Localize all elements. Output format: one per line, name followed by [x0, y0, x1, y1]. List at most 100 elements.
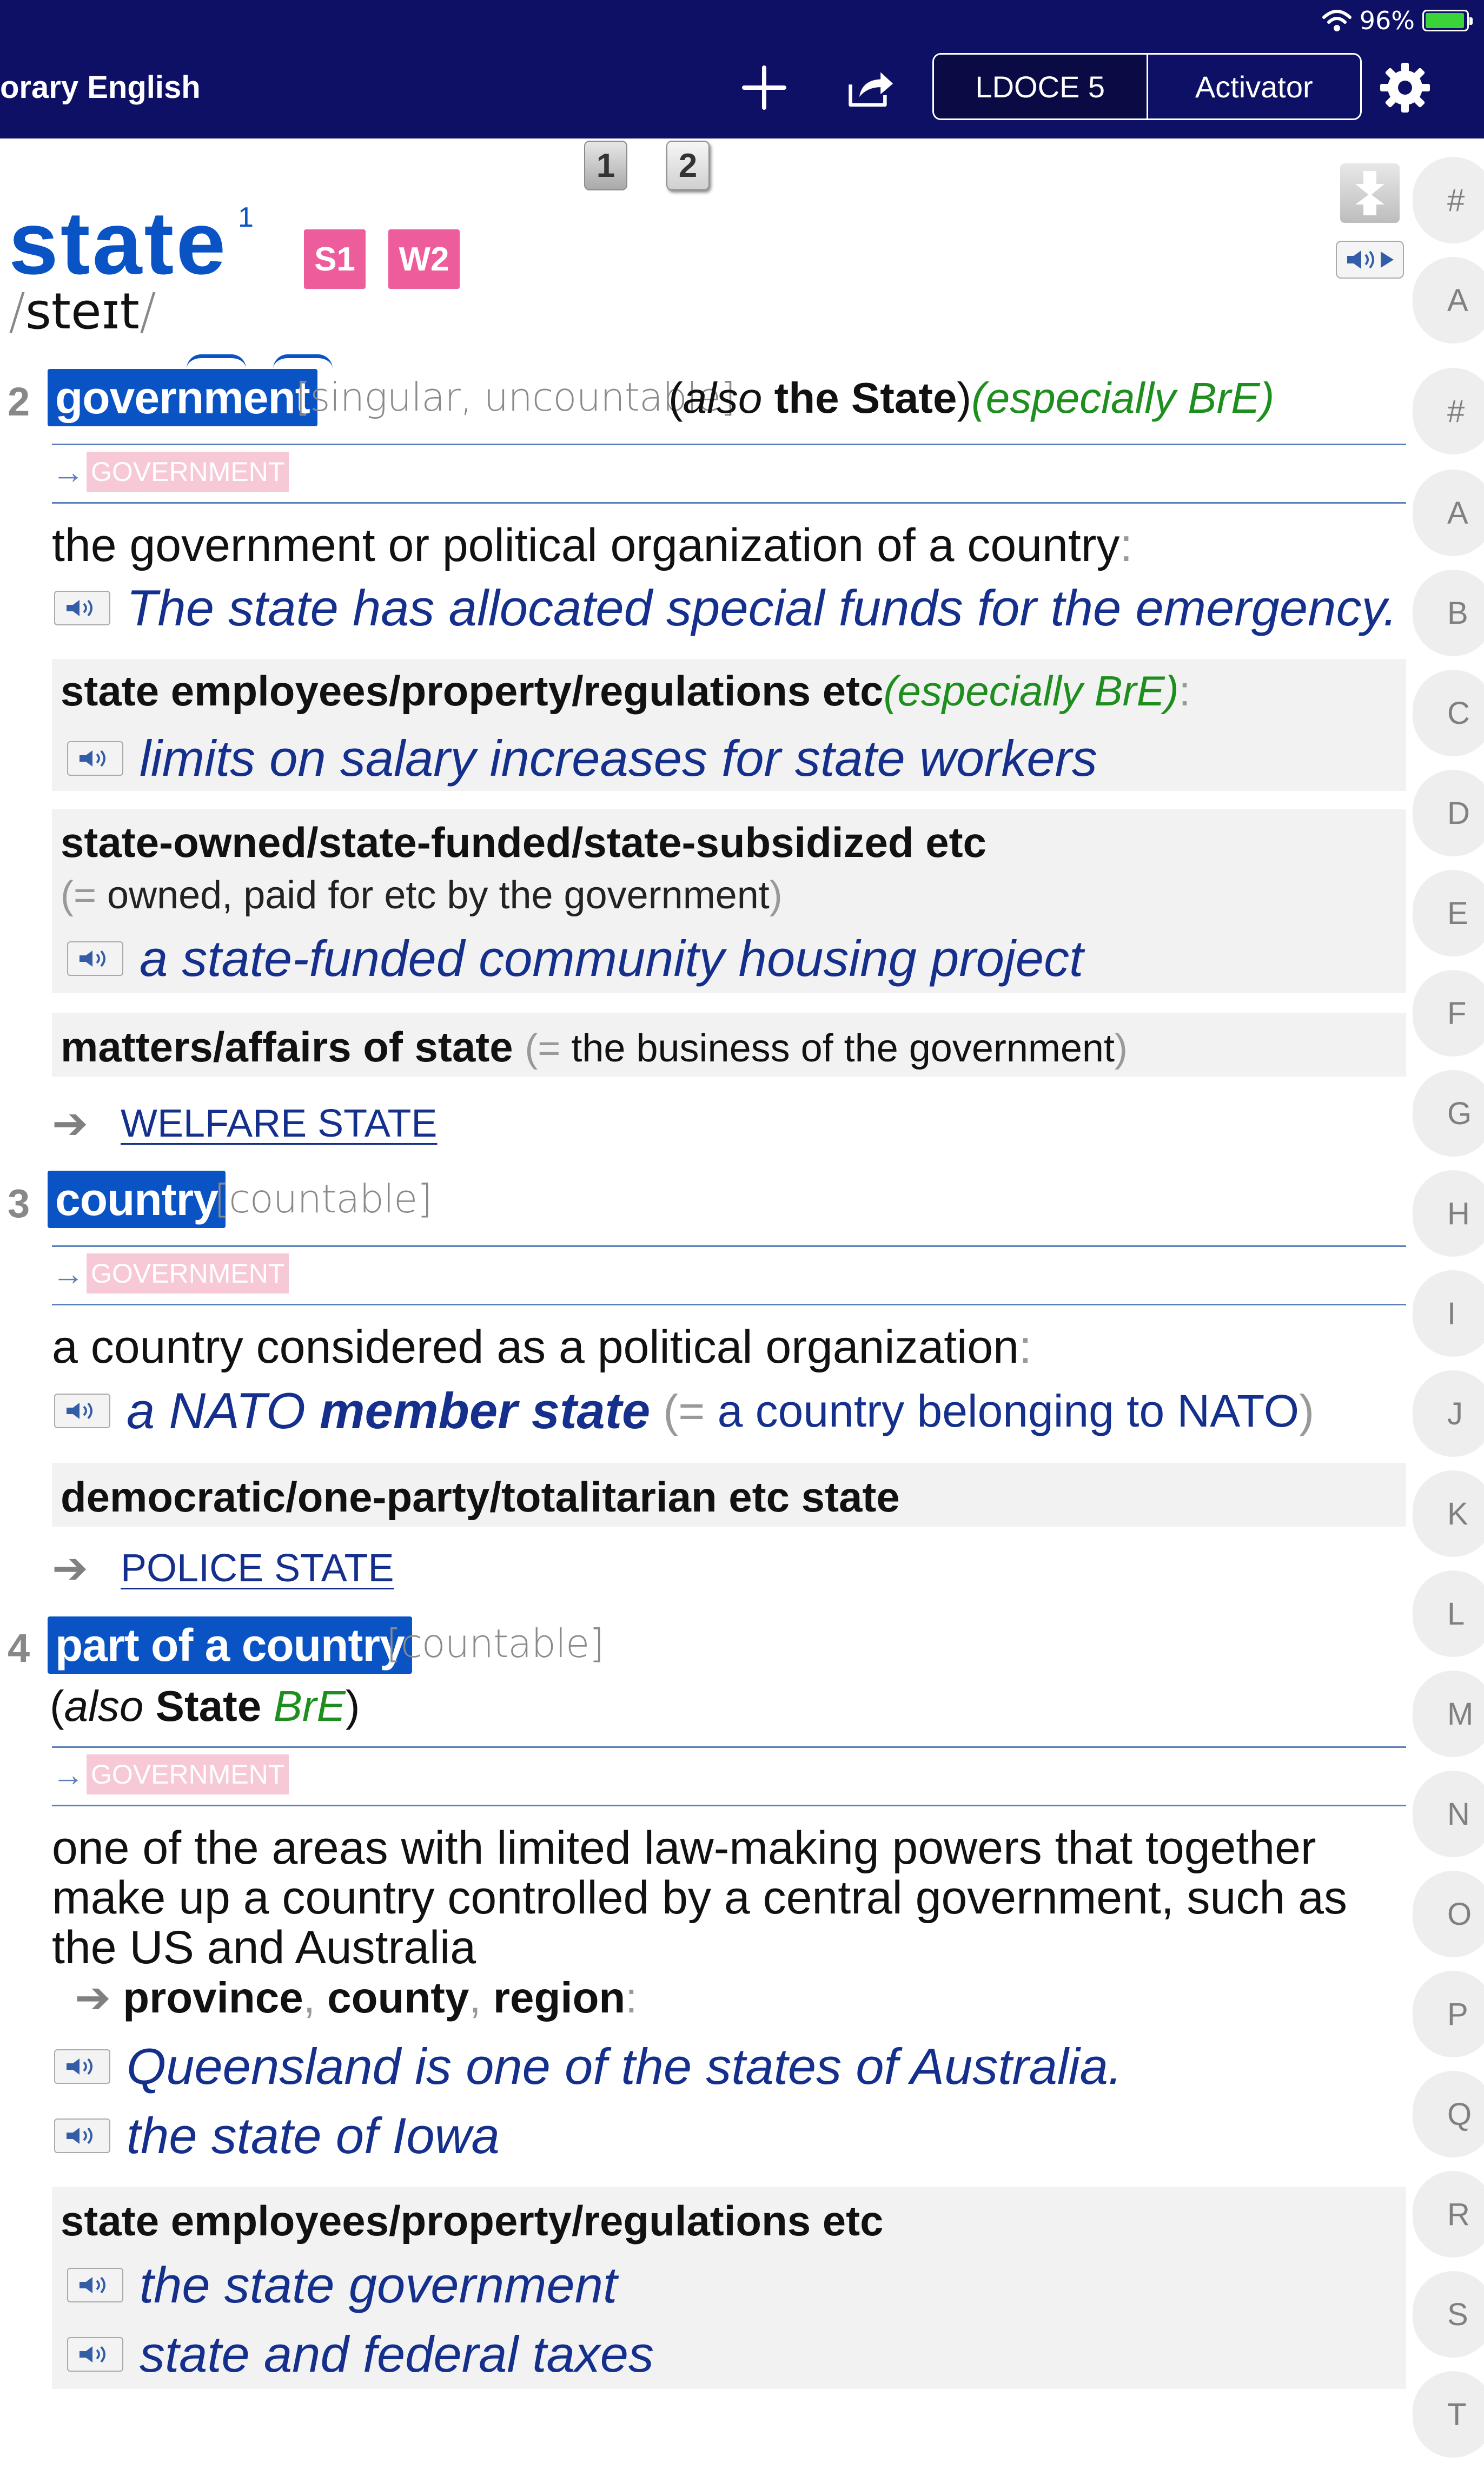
headword: state: [9, 193, 228, 293]
example-sentence: limits on salary increases for state wor…: [67, 729, 1097, 788]
divider: [52, 1245, 1406, 1247]
collocation-head: state employees/property/regulations etc: [61, 2197, 884, 2245]
settings-button[interactable]: [1378, 61, 1432, 115]
collocation-box: state employees/property/regulations etc…: [52, 2187, 1406, 2389]
collocation-box: democratic/one-party/totalitarian etc st…: [52, 1463, 1406, 1527]
collapse-arrows-icon: [1355, 171, 1384, 215]
example-sentence: the state of Iowa: [54, 2107, 500, 2165]
share-button[interactable]: [847, 61, 896, 115]
cross-reference-link[interactable]: POLICE STATE: [121, 1546, 394, 1590]
play-all-audio-button[interactable]: [1336, 241, 1404, 279]
alpha-index-item[interactable]: G: [1413, 1070, 1484, 1157]
cross-reference: ➔ POLICE STATE: [52, 1544, 394, 1592]
grammar-label: [countable]: [214, 1176, 432, 1222]
sense-number: 4: [8, 1626, 30, 1671]
alpha-index-item[interactable]: E: [1413, 870, 1484, 956]
collocation-head: state-owned/state-funded/state-subsidize…: [61, 819, 986, 866]
speaker-icon[interactable]: [54, 2049, 110, 2084]
top-bar: 96% orary English LDOCE 5 Activator: [0, 0, 1484, 138]
speaker-icon[interactable]: [67, 2268, 123, 2302]
also-form: (also State BrE): [50, 1682, 360, 1730]
alpha-index-item[interactable]: H: [1413, 1170, 1484, 1257]
speaker-icon[interactable]: [54, 2118, 110, 2153]
definition: a country considered as a political orga…: [52, 1321, 1032, 1373]
example-sentence: Queensland is one of the states of Austr…: [54, 2037, 1122, 2096]
speaker-icon[interactable]: [67, 941, 123, 976]
homograph-number: 1: [238, 202, 254, 233]
battery-fill: [1426, 13, 1465, 28]
register-label: → GOVERNMENT: [52, 1753, 289, 1796]
collocation-gloss: (= owned, paid for etc by the government…: [61, 874, 783, 917]
definition-line: make up a country controlled by a centra…: [52, 1872, 1347, 1924]
speaker-icon[interactable]: [54, 1394, 110, 1428]
frequency-badge-written: W2: [388, 229, 460, 289]
plus-icon: [742, 65, 786, 110]
definition-line: the US and Australia: [52, 1922, 476, 1974]
alpha-index-item[interactable]: A: [1413, 470, 1484, 556]
signpost: country: [48, 1171, 226, 1228]
alpha-index-item[interactable]: #: [1413, 368, 1484, 454]
sense-number: 3: [8, 1181, 30, 1226]
definition: the government or political organization…: [52, 519, 1133, 571]
collocation-box: matters/affairs of state (= the business…: [52, 1013, 1406, 1077]
alpha-index-item[interactable]: P: [1413, 1971, 1484, 2057]
add-button[interactable]: [740, 61, 789, 115]
alpha-index-item[interactable]: F: [1413, 970, 1484, 1057]
collocation-box: state employees/property/regulations etc…: [52, 659, 1406, 791]
alpha-index-item[interactable]: M: [1413, 1671, 1484, 1757]
page-button-2[interactable]: 2: [666, 141, 710, 190]
alpha-index-item[interactable]: B: [1413, 570, 1484, 656]
battery-icon: [1422, 10, 1473, 31]
alphabet-index: # A # A B C D E F G H I J K L M N O P Q …: [1413, 157, 1484, 2475]
battery-percent: 96%: [1359, 6, 1415, 35]
example-sentence: The state has allocated special funds fo…: [54, 579, 1397, 637]
sense-number: 2: [8, 379, 30, 424]
alpha-index-item[interactable]: I: [1413, 1270, 1484, 1357]
signpost: government: [48, 369, 317, 426]
speaker-icon[interactable]: [67, 741, 123, 776]
grammar-label: [countable]: [386, 1621, 604, 1666]
speaker-icon[interactable]: [54, 591, 110, 625]
dictionary-segmented-control: LDOCE 5 Activator: [932, 53, 1362, 120]
tab-activator[interactable]: Activator: [1148, 55, 1361, 118]
register-label: → GOVERNMENT: [52, 450, 289, 493]
alpha-index-item[interactable]: O: [1413, 1871, 1484, 1957]
alpha-index-item[interactable]: L: [1413, 1570, 1484, 1657]
region-label: (especially BrE): [883, 667, 1179, 715]
speaker-icon[interactable]: [67, 2337, 123, 2372]
divider: [52, 1805, 1406, 1806]
cross-reference-link[interactable]: WELFARE STATE: [121, 1101, 437, 1146]
pronunciation-speaker-peek: [187, 354, 246, 369]
register-label: → GOVERNMENT: [52, 1252, 289, 1295]
example-sentence: state and federal taxes: [67, 2325, 654, 2384]
pronunciation-text: steɪt: [25, 282, 140, 340]
alpha-index-item[interactable]: R: [1413, 2171, 1484, 2258]
alpha-index-item[interactable]: K: [1413, 1470, 1484, 1557]
alpha-index-item[interactable]: C: [1413, 670, 1484, 756]
alpha-index-item[interactable]: D: [1413, 770, 1484, 856]
example-sentence: a NATO member state (= a country belongi…: [54, 1382, 1314, 1440]
collocation-box: state-owned/state-funded/state-subsidize…: [52, 809, 1406, 993]
definition-line: one of the areas with limited law-making…: [52, 1822, 1316, 1874]
alpha-index-item[interactable]: J: [1413, 1370, 1484, 1457]
pronunciation-speaker-peek-2: [273, 354, 333, 369]
share-icon: [849, 72, 893, 107]
alpha-index-item[interactable]: S: [1413, 2271, 1484, 2358]
divider: [52, 444, 1406, 445]
tab-ldoce5[interactable]: LDOCE 5: [934, 55, 1148, 118]
alpha-index-item[interactable]: #: [1413, 157, 1484, 243]
collocation-head: state employees/property/regulations etc…: [61, 667, 1191, 715]
gear-icon: [1380, 63, 1430, 113]
cross-reference: ➔ WELFARE STATE: [52, 1099, 438, 1147]
example-sentence: a state-funded community housing project: [67, 929, 1083, 988]
alpha-index-item[interactable]: Q: [1413, 2071, 1484, 2157]
alpha-index-item[interactable]: A: [1413, 257, 1484, 344]
related-words: ➔ province, county, region:: [75, 1974, 638, 2022]
region-label: (especially BrE): [971, 374, 1275, 422]
alpha-index-item[interactable]: T: [1413, 2371, 1484, 2458]
divider: [52, 1304, 1406, 1305]
alpha-index-item[interactable]: N: [1413, 1771, 1484, 1857]
page-button-1[interactable]: 1: [584, 141, 627, 190]
expand-all-button[interactable]: [1340, 163, 1400, 223]
wifi-icon: [1322, 10, 1352, 31]
